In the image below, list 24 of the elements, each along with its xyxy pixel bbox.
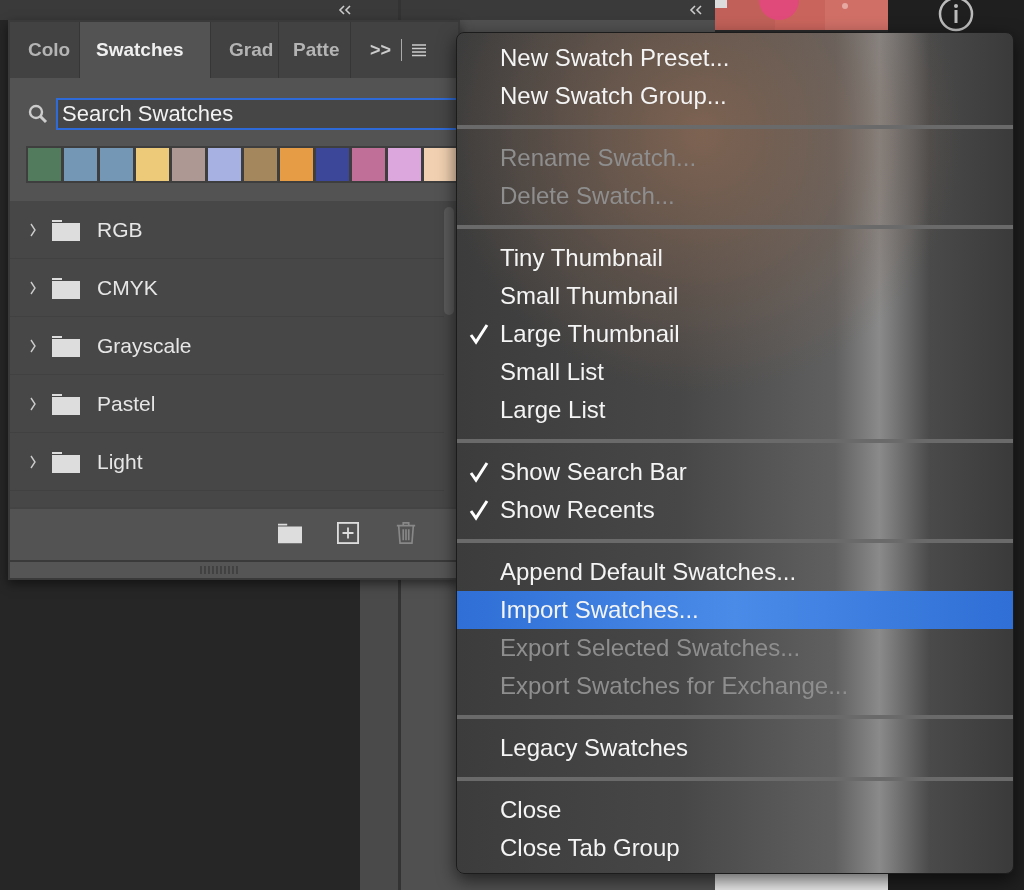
menu-item[interactable]: Small Thumbnail [457, 277, 1013, 315]
menu-item[interactable]: Show Recents [457, 491, 1013, 529]
menu-item[interactable]: Append Default Swatches... [457, 553, 1013, 591]
menu-item[interactable]: Show Search Bar [457, 453, 1013, 491]
menu-item[interactable]: Tiny Thumbnail [457, 239, 1013, 277]
swatch-group-row[interactable]: Pastel [10, 375, 444, 433]
menu-item[interactable]: Small List [457, 353, 1013, 391]
more-tabs-button[interactable]: >> [369, 39, 391, 61]
menu-item[interactable]: Import Swatches... [457, 591, 1013, 629]
menu-item[interactable]: New Swatch Group... [457, 77, 1013, 115]
menu-item[interactable]: Legacy Swatches [457, 729, 1013, 767]
search-field[interactable]: Search Swatches [56, 98, 458, 130]
menu-item[interactable]: Large Thumbnail [457, 315, 1013, 353]
menu-item[interactable]: New Swatch Preset... [457, 39, 1013, 77]
menu-item[interactable]: Close Tab Group [457, 829, 1013, 867]
panel-tab[interactable]: Grad [211, 22, 279, 78]
swatch-group-row[interactable]: CMYK [10, 259, 444, 317]
menu-item[interactable]: Large List [457, 391, 1013, 429]
swatch-group-row[interactable]: Light [10, 433, 444, 491]
panel-tab[interactable]: Swatches [80, 22, 211, 78]
panel-tab[interactable]: Patte [279, 22, 351, 78]
menu-item[interactable]: Close [457, 791, 1013, 829]
swatch-group-row[interactable]: RGB [10, 201, 444, 259]
swatch-group-row[interactable]: Grayscale [10, 317, 444, 375]
